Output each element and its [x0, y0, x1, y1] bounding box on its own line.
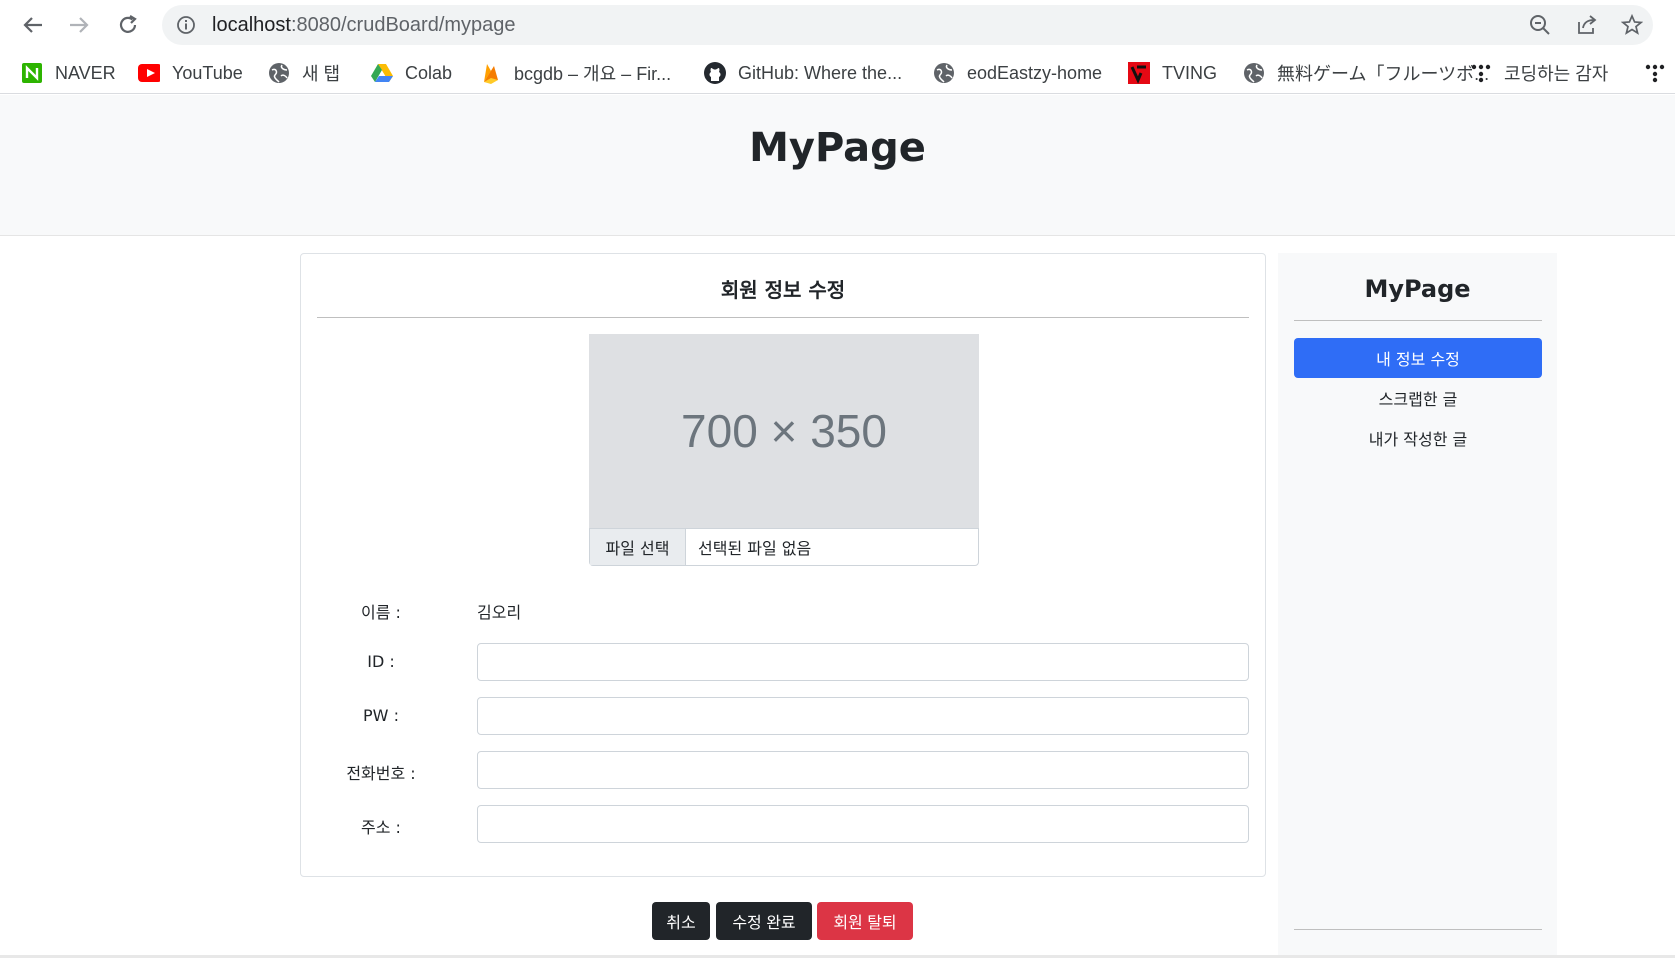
page-title: MyPage [749, 125, 926, 171]
divider [1294, 320, 1542, 321]
bookmark-star-icon[interactable] [1620, 13, 1644, 37]
name-value: 김오리 [477, 603, 522, 622]
tving-icon [1128, 62, 1150, 84]
firebase-icon [480, 62, 502, 84]
cancel-button[interactable]: 취소 [652, 902, 710, 940]
phone-input[interactable] [477, 751, 1249, 789]
bookmark-colab[interactable]: Colab [371, 60, 452, 86]
profile-image-placeholder: 700 × 350 [589, 334, 979, 528]
bookmark-potato[interactable]: 코딩하는 감자 [1470, 60, 1608, 86]
bookmark-tving[interactable]: TVING [1128, 60, 1217, 86]
globe-icon [1243, 62, 1265, 84]
github-icon [704, 62, 726, 84]
bookmark-label: eodEastzy-home [967, 62, 1103, 83]
site-info-icon[interactable] [176, 15, 196, 35]
withdraw-button[interactable]: 회원 탈퇴 [817, 902, 913, 940]
profile-edit-card: 회원 정보 수정 700 × 350 파일 선택 선택된 파일 없음 이름 : … [300, 253, 1266, 877]
address-label: 주소 : [361, 818, 401, 837]
card-title: 회원 정보 수정 [720, 278, 846, 302]
url-path: :8080/crudBoard/mypage [290, 14, 516, 36]
bookmark-github[interactable]: GitHub: Where the... [704, 60, 902, 86]
url-text: localhost:8080/crudBoard/mypage [212, 5, 516, 45]
reload-icon[interactable] [111, 8, 145, 42]
bookmark-label: 코딩하는 감자 [1504, 64, 1609, 84]
sidebar-item-my-posts[interactable]: 내가 작성한 글 [1294, 418, 1542, 458]
bookmark-game[interactable]: 無料ゲーム「フルーツボ... [1243, 60, 1489, 86]
sidebar-item-edit-profile[interactable]: 내 정보 수정 [1294, 338, 1542, 378]
name-label: 이름 : [361, 603, 401, 622]
id-input[interactable] [477, 643, 1249, 681]
globe-icon [933, 62, 955, 84]
mypage-sidebar: MyPage 내 정보 수정 스크랩한 글 내가 작성한 글 [1278, 253, 1557, 958]
globe-icon [268, 62, 290, 84]
file-input[interactable]: 파일 선택 선택된 파일 없음 [589, 528, 979, 566]
bookmarks-overflow-icon[interactable] [1645, 60, 1665, 86]
naver-icon [21, 62, 43, 84]
share-icon[interactable] [1575, 13, 1599, 37]
dots-icon [1470, 62, 1492, 84]
bookmark-youtube[interactable]: YouTube [138, 60, 243, 86]
bookmark-eodeastzy[interactable]: eodEastzy-home [933, 60, 1102, 86]
page-header: MyPage [0, 95, 1675, 236]
bookmark-label: Colab [405, 62, 453, 83]
divider [317, 317, 1249, 318]
divider [1294, 929, 1542, 930]
sidebar-item-scrapped-posts[interactable]: 스크랩한 글 [1294, 378, 1542, 418]
bookmarks-bar: NAVER YouTube 새 탭 Colab bcgdb – 개요 – Fir… [0, 52, 1675, 94]
file-status: 선택된 파일 없음 [698, 539, 812, 558]
id-label: ID : [367, 652, 395, 671]
forward-icon[interactable] [62, 8, 96, 42]
back-icon[interactable] [16, 8, 50, 42]
bookmark-label: TVING [1162, 62, 1218, 83]
submit-button[interactable]: 수정 완료 [716, 902, 812, 940]
password-input[interactable] [477, 697, 1249, 735]
url-host: localhost [212, 14, 291, 36]
bookmark-label: YouTube [172, 62, 243, 83]
phone-label: 전화번호 : [346, 764, 416, 783]
google-drive-icon [371, 62, 393, 84]
youtube-icon [138, 62, 160, 84]
zoom-icon[interactable] [1528, 13, 1552, 37]
pw-label: PW : [363, 706, 399, 725]
bookmark-firebase[interactable]: bcgdb – 개요 – Fir... [480, 60, 671, 86]
sidebar-title: MyPage [1364, 275, 1471, 303]
bookmark-new-tab[interactable]: 새 탭 [268, 60, 340, 86]
bookmark-naver[interactable]: NAVER [21, 60, 116, 86]
bookmark-label: 無料ゲーム「フルーツボ... [1277, 64, 1490, 84]
bookmark-label: bcgdb – 개요 – Fir... [514, 64, 672, 84]
bookmark-label: GitHub: Where the... [738, 62, 903, 83]
browser-toolbar: localhost:8080/crudBoard/mypage [0, 0, 1675, 50]
bookmark-label: 새 탭 [302, 64, 341, 84]
choose-file-button[interactable]: 파일 선택 [590, 529, 686, 565]
address-bar[interactable]: localhost:8080/crudBoard/mypage [162, 5, 1653, 45]
bookmark-label: NAVER [55, 62, 116, 83]
address-input[interactable] [477, 805, 1249, 843]
